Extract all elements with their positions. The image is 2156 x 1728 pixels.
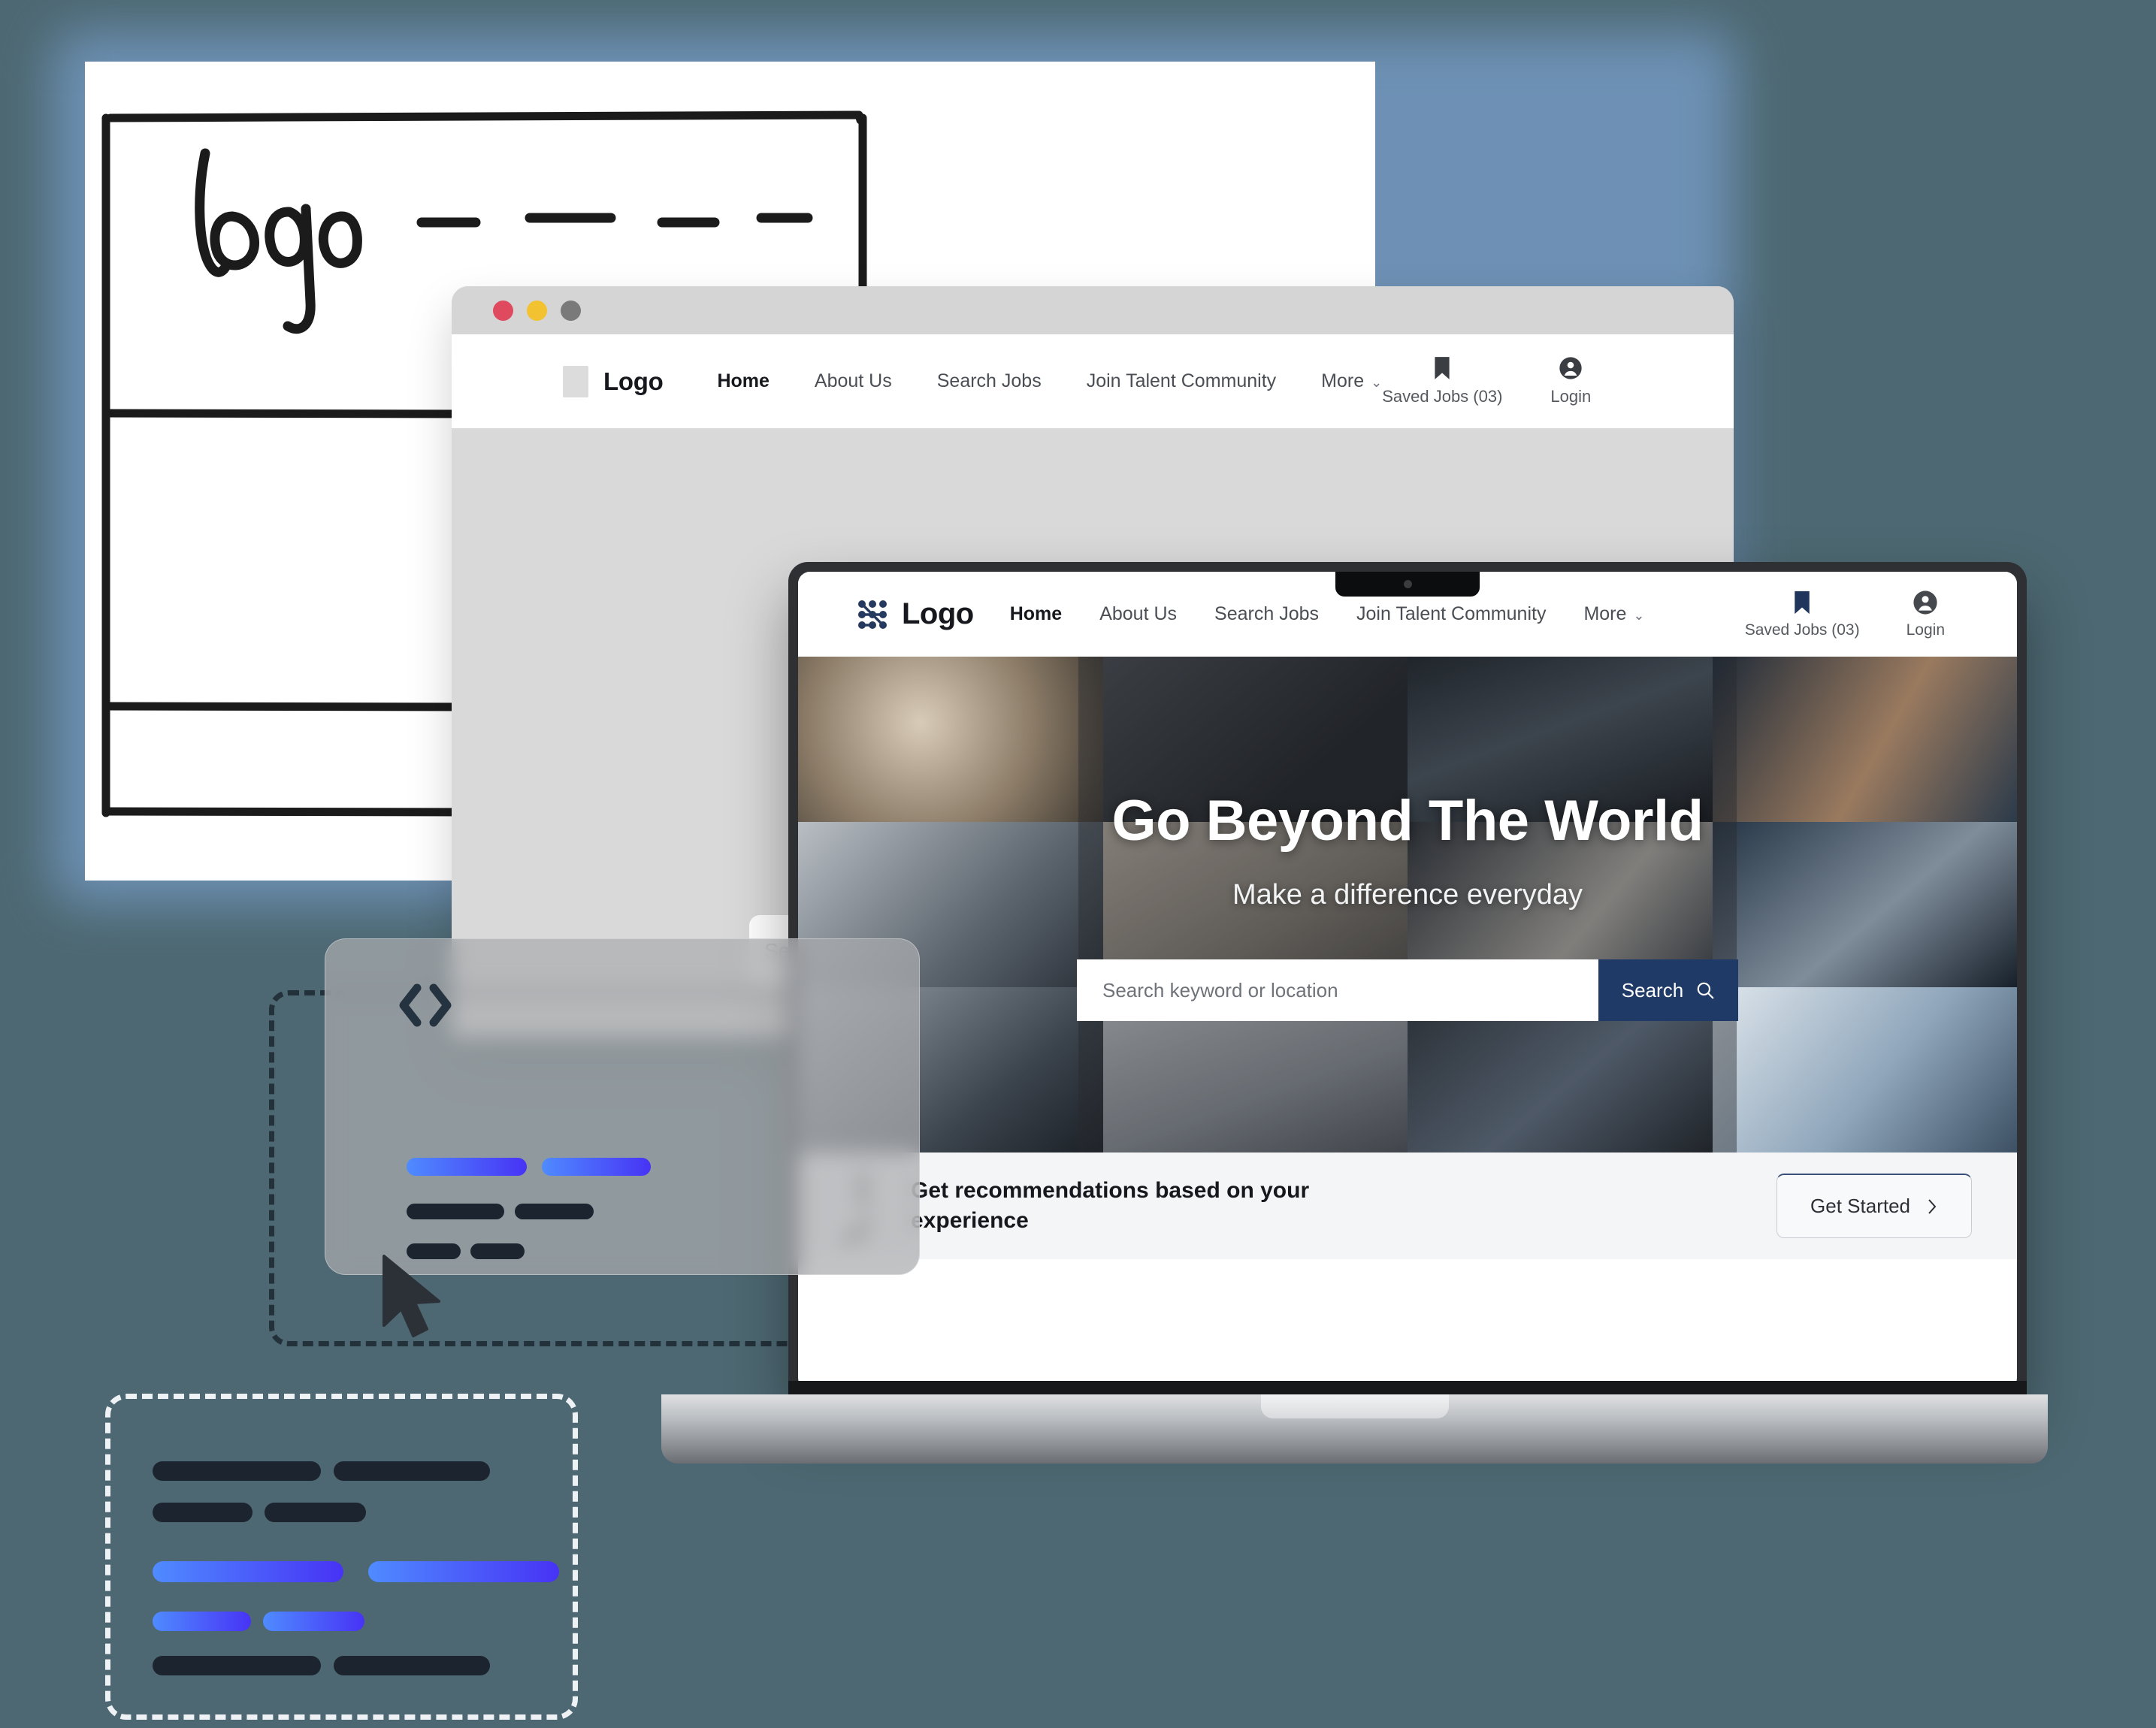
browser-logo-text: Logo	[603, 367, 664, 395]
nav-more-label: More	[1583, 603, 1627, 624]
code-bar-dark	[334, 1461, 490, 1481]
search-input[interactable]	[1077, 959, 1598, 1021]
browser-nav-search-jobs[interactable]: Search Jobs	[937, 370, 1042, 392]
handwritten-logo-label	[195, 148, 362, 334]
get-started-button[interactable]: Get Started	[1777, 1174, 1972, 1238]
login-button[interactable]: Login	[1907, 590, 1945, 639]
browser-nav-home[interactable]: Home	[717, 370, 769, 392]
browser-login-label: Login	[1550, 387, 1592, 406]
hero-section: Go Beyond The World Make a difference ev…	[798, 657, 2017, 1153]
chevron-down-icon: ⌄	[1371, 375, 1383, 390]
browser-titlebar	[452, 286, 1734, 334]
chevron-down-icon: ⌄	[1633, 608, 1645, 623]
browser-nav-links: Home About Us Search Jobs Join Talent Co…	[717, 370, 1382, 392]
close-icon[interactable]	[493, 300, 513, 321]
composition-stage: Logo Home About Us Search Jobs Join Tale…	[0, 0, 2156, 1728]
nav-more[interactable]: More ⌄	[1583, 603, 1644, 625]
get-started-label: Get Started	[1810, 1195, 1910, 1217]
site-logo-text: Logo	[902, 597, 974, 630]
browser-saved-jobs-label: Saved Jobs (03)	[1382, 387, 1503, 406]
code-bar-dark	[515, 1204, 594, 1219]
saved-jobs-label: Saved Jobs (03)	[1744, 621, 1860, 639]
bookmark-icon	[1435, 357, 1450, 379]
laptop-lid: Logo Home About Us Search Jobs Join Tale…	[788, 562, 2027, 1400]
browser-nav-join-talent-community[interactable]: Join Talent Community	[1087, 370, 1276, 392]
search-button[interactable]: Search	[1598, 959, 1738, 1021]
code-bar-dark	[334, 1656, 490, 1675]
arrow-pointer-icon	[383, 1255, 440, 1337]
bookmark-icon	[1795, 591, 1810, 614]
code-bar-blue	[153, 1612, 251, 1631]
minimize-icon[interactable]	[527, 300, 547, 321]
chevron-right-icon	[1928, 1198, 1937, 1214]
laptop-base	[661, 1394, 2048, 1464]
laptop-notch	[1335, 572, 1480, 597]
code-bar-dark	[153, 1656, 321, 1675]
site-nav-links: Home About Us Search Jobs Join Talent Co…	[1010, 603, 1645, 625]
code-placeholder-box	[105, 1394, 578, 1720]
browser-nav-more[interactable]: More ⌄	[1321, 370, 1382, 392]
saved-jobs-button[interactable]: Saved Jobs (03)	[1745, 590, 1860, 639]
code-bar-dark	[153, 1461, 321, 1481]
code-bar-blue	[263, 1612, 364, 1631]
webcam-icon	[1403, 580, 1412, 588]
hero-content: Go Beyond The World Make a difference ev…	[798, 657, 2017, 1153]
hero-search-bar: Search	[1077, 959, 1738, 1021]
logo-dot-grid-icon	[858, 600, 887, 629]
browser-login-button[interactable]: Login	[1550, 356, 1591, 406]
search-button-label: Search	[1621, 978, 1684, 1001]
recommendation-bar: Get recommendations based on your experi…	[798, 1153, 2017, 1259]
code-bar-dark	[153, 1503, 252, 1522]
code-snippet-card	[325, 938, 920, 1275]
login-label: Login	[1906, 621, 1945, 639]
nav-search-jobs[interactable]: Search Jobs	[1214, 603, 1319, 625]
user-account-icon	[1559, 357, 1583, 379]
site-logo[interactable]: Logo	[855, 597, 974, 632]
hero-subtitle: Make a difference everyday	[1232, 879, 1583, 911]
laptop-hinge	[788, 1381, 2027, 1394]
nav-about-us[interactable]: About Us	[1099, 603, 1177, 625]
code-bar-blue	[153, 1561, 343, 1582]
sketch-nav-dashes	[416, 213, 813, 228]
logo-mark-icon	[563, 365, 588, 397]
code-bar-dark	[265, 1503, 366, 1522]
site-nav-actions: Saved Jobs (03) Login	[1745, 590, 2017, 639]
laptop-screen: Logo Home About Us Search Jobs Join Tale…	[798, 572, 2017, 1390]
code-bar-dark	[470, 1243, 525, 1259]
recommendation-text: Get recommendations based on your experi…	[911, 1177, 1310, 1233]
nav-home[interactable]: Home	[1010, 603, 1062, 625]
code-bar-dark	[407, 1204, 504, 1219]
hero-title: Go Beyond The World	[1111, 789, 1704, 853]
browser-nav-about-us[interactable]: About Us	[815, 370, 892, 392]
user-account-icon	[1913, 590, 1937, 615]
code-brackets-icon	[399, 983, 452, 1027]
browser-nav-actions: Saved Jobs (03) Login	[1382, 356, 1734, 406]
code-bar-blue	[542, 1158, 651, 1176]
browser-site-navbar: Logo Home About Us Search Jobs Join Tale…	[452, 334, 1734, 428]
maximize-icon[interactable]	[561, 300, 581, 321]
browser-logo[interactable]: Logo	[563, 365, 664, 397]
code-bar-blue	[407, 1158, 527, 1176]
nav-join-talent-community[interactable]: Join Talent Community	[1356, 603, 1546, 625]
browser-saved-jobs-button[interactable]: Saved Jobs (03)	[1382, 356, 1502, 406]
browser-nav-more-label: More	[1321, 370, 1365, 391]
code-bar-blue	[368, 1561, 559, 1582]
magnifier-icon	[1697, 982, 1714, 999]
